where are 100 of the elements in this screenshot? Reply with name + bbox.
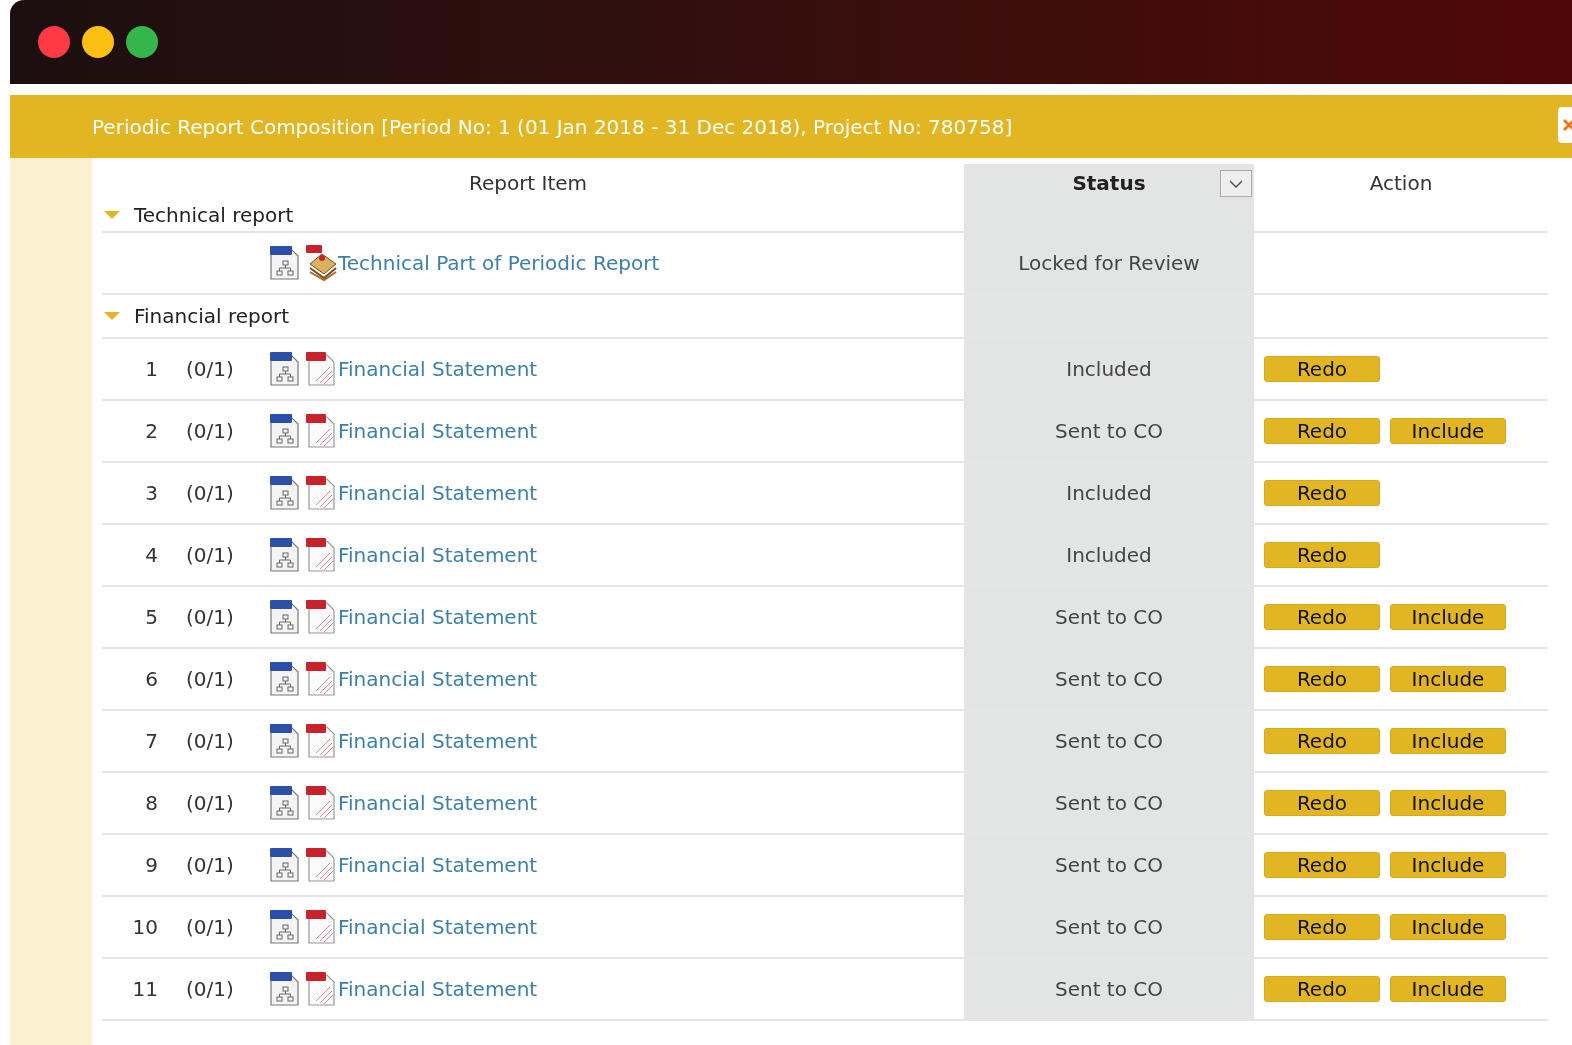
pdf-file-icon[interactable] (304, 351, 338, 387)
column-header: Status (1072, 170, 1146, 197)
report-link[interactable]: Financial Statement (338, 788, 538, 818)
row-number: 6 (144, 666, 159, 693)
pdf-file-icon[interactable] (304, 475, 338, 511)
report-link[interactable]: Financial Statement (338, 912, 538, 942)
pdf-file-icon[interactable] (304, 661, 338, 697)
pdf-file-icon[interactable] (304, 537, 338, 573)
close-window-icon[interactable] (38, 26, 70, 58)
row-number: 4 (144, 542, 159, 569)
action-button[interactable]: Redo (1264, 480, 1380, 506)
row-number: 5 (144, 604, 159, 631)
action-button[interactable]: Redo (1264, 604, 1380, 630)
status-text: Sent to CO (1055, 418, 1163, 445)
column-header: Report Item (468, 170, 588, 197)
status-text: Sent to CO (1055, 852, 1163, 879)
report-link[interactable]: Financial Statement (338, 726, 538, 756)
diagram-file-icon[interactable] (268, 971, 302, 1007)
close-icon (1562, 118, 1572, 132)
diagram-file-icon[interactable] (268, 475, 302, 511)
pdf-file-icon[interactable] (304, 847, 338, 883)
action-button[interactable]: Redo (1264, 356, 1380, 382)
action-button[interactable]: Redo (1264, 914, 1380, 940)
report-link[interactable]: Financial Statement (338, 850, 538, 880)
maximize-window-icon[interactable] (126, 26, 158, 58)
document-stack-icon[interactable] (304, 244, 338, 282)
progress-count: (0/1) (185, 604, 235, 631)
minimize-window-icon[interactable] (82, 26, 114, 58)
progress-count: (0/1) (185, 976, 235, 1003)
action-button[interactable]: Include (1390, 604, 1506, 630)
diagram-file-icon[interactable] (268, 351, 302, 387)
status-text: Sent to CO (1055, 914, 1163, 941)
pdf-file-icon[interactable] (304, 413, 338, 449)
pdf-file-icon[interactable] (304, 599, 338, 635)
action-button[interactable]: Redo (1264, 976, 1380, 1002)
progress-count: (0/1) (185, 852, 235, 879)
action-button[interactable]: Redo (1264, 418, 1380, 444)
action-button[interactable]: Include (1390, 418, 1506, 444)
group-label: Financial report (134, 303, 290, 330)
action-button[interactable]: Include (1390, 976, 1506, 1002)
pdf-file-icon[interactable] (304, 785, 338, 821)
diagram-file-icon[interactable] (268, 847, 302, 883)
row-number: 1 (144, 356, 159, 383)
diagram-file-icon[interactable] (268, 599, 302, 635)
progress-count: (0/1) (185, 356, 235, 383)
status-text: Included (1066, 542, 1152, 569)
status-text: Sent to CO (1055, 666, 1163, 693)
progress-count: (0/1) (185, 790, 235, 817)
diagram-file-icon[interactable] (268, 785, 302, 821)
report-link[interactable]: Financial Statement (338, 664, 538, 694)
action-button[interactable]: Include (1390, 914, 1506, 940)
row-number: 10 (131, 914, 159, 941)
report-link[interactable]: Financial Statement (338, 416, 538, 446)
action-button[interactable]: Redo (1264, 852, 1380, 878)
chevron-down-icon (1229, 179, 1243, 188)
status-text: Sent to CO (1055, 790, 1163, 817)
column-header: Action (1369, 170, 1433, 197)
progress-count: (0/1) (185, 418, 235, 445)
progress-count: (0/1) (185, 728, 235, 755)
pdf-file-icon[interactable] (304, 971, 338, 1007)
report-link[interactable]: Technical Part of Periodic Report (338, 248, 660, 278)
status-text: Sent to CO (1055, 976, 1163, 1003)
status-text: Included (1066, 480, 1152, 507)
diagram-file-icon[interactable] (268, 723, 302, 759)
pdf-file-icon[interactable] (304, 723, 338, 759)
progress-count: (0/1) (185, 480, 235, 507)
status-text: Locked for Review (1018, 250, 1200, 277)
close-button[interactable] (1558, 107, 1572, 143)
report-link[interactable]: Financial Statement (338, 478, 538, 508)
action-button[interactable]: Redo (1264, 728, 1380, 754)
report-link[interactable]: Financial Statement (338, 540, 538, 570)
report-link[interactable]: Financial Statement (338, 602, 538, 632)
action-button[interactable]: Include (1390, 728, 1506, 754)
diagram-file-icon[interactable] (268, 413, 302, 449)
progress-count: (0/1) (185, 666, 235, 693)
status-text: Sent to CO (1055, 728, 1163, 755)
action-button[interactable]: Redo (1264, 666, 1380, 692)
diagram-file-icon[interactable] (268, 537, 302, 573)
action-button[interactable]: Include (1390, 666, 1506, 692)
action-button[interactable]: Redo (1264, 542, 1380, 568)
diagram-file-icon[interactable] (268, 245, 302, 281)
report-link[interactable]: Financial Statement (338, 974, 538, 1004)
report-link[interactable]: Financial Statement (338, 354, 538, 384)
action-button[interactable]: Include (1390, 852, 1506, 878)
progress-count: (0/1) (185, 914, 235, 941)
pdf-file-icon[interactable] (304, 909, 338, 945)
action-button[interactable]: Redo (1264, 790, 1380, 816)
group-label: Technical report (134, 201, 294, 229)
row-number: 8 (144, 790, 159, 817)
diagram-file-icon[interactable] (268, 661, 302, 697)
row-number: 3 (144, 480, 159, 507)
row-number: 11 (131, 976, 159, 1003)
row-number: 2 (144, 418, 159, 445)
row-number: 7 (144, 728, 159, 755)
dialog-title: Periodic Report Composition [Period No: 1 (01 Jan 2018 - 31 Dec 2018), Project No: 780758] (92, 113, 1013, 141)
status-text: Sent to CO (1055, 604, 1163, 631)
status-text: Included (1066, 356, 1152, 383)
action-button[interactable]: Include (1390, 790, 1506, 816)
progress-count: (0/1) (185, 542, 235, 569)
diagram-file-icon[interactable] (268, 909, 302, 945)
